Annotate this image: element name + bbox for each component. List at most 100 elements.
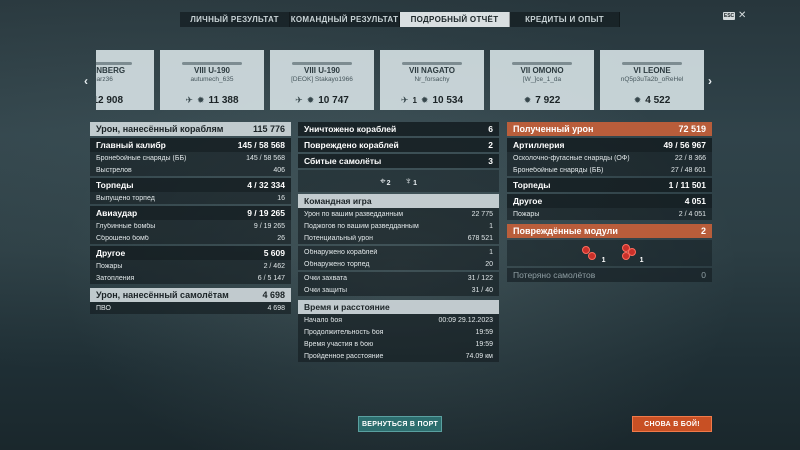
tab-credits-xp[interactable]: КРЕДИТЫ И ОПЫТ	[510, 12, 620, 27]
bombs-dropped-row: Сброшено бомб 26	[90, 232, 291, 244]
received-damage-panel: Полученный урон 72 519 Артиллерия 49 / 56 …	[507, 122, 712, 282]
artillery-row: Артиллерия 49 / 56 967	[507, 138, 712, 152]
tab-team-result[interactable]: КОМАНДНЫЙ РЕЗУЛЬТАТ	[290, 12, 400, 27]
medal-icon: ♆	[404, 175, 413, 187]
ship-silhouette-icon	[402, 62, 462, 65]
tab-detailed-report[interactable]: ПОДРОБНЫЙ ОТЧЁТ	[400, 12, 510, 27]
ship-damage: 4 522	[645, 94, 671, 106]
time-in-battle-row: Время участия в бою 19:59	[298, 338, 499, 350]
battle-start-row: Начало боя 00:09 29.12.2023	[298, 314, 499, 326]
airstrike-row: Авиаудар 9 / 19 265	[90, 206, 291, 220]
received-damage-row: Полученный урон 72 519	[507, 122, 712, 136]
ship-kills: 1	[412, 95, 417, 105]
time-distance-header: Время и расстояние	[298, 300, 499, 314]
damage-to-planes-row: Урон, нанесённый самолётам 4 698	[90, 288, 291, 302]
other-damage-row: Другое 5 609	[90, 246, 291, 260]
spotting-damage-row: Урон по вашим разведданным 22 775	[298, 208, 499, 220]
damaged-modules-row: Повреждённые модули 2	[507, 224, 712, 238]
damage-icon: ✹	[306, 94, 315, 105]
battle-again-button[interactable]: СНОВА В БОЙ!	[632, 416, 712, 432]
ap-shells-received-row: Бронебойные снаряды (ББ) 27 / 48 601	[507, 164, 712, 176]
ship-silhouette-icon	[292, 62, 352, 65]
shots-fired-row: Выстрелов 406	[90, 164, 291, 176]
floods-row: Затопления 6 / 5 147	[90, 272, 291, 284]
ship-player: autumech_635	[190, 76, 234, 83]
fires-row: Пожары 2 / 462	[90, 260, 291, 272]
distance-row: Пройденное расстояние 74.09 км	[298, 350, 499, 362]
ship-card[interactable]: VI LEONE nQ5p3uTa2b_oReHel ✹ 4 522	[600, 50, 704, 110]
team-panel: Уничтожено кораблей 6 Повреждено кораблей…	[298, 122, 499, 362]
ship-damage: 10 747	[318, 94, 349, 106]
result-tabs: ЛИЧНЫЙ РЕЗУЛЬТАТ КОМАНДНЫЙ РЕЗУЛЬТАТ ПОД…	[180, 12, 620, 27]
ship-player: [DEOK] Stakayo1966	[291, 76, 353, 83]
crosshair-count: 2	[386, 179, 391, 187]
tab-personal-result[interactable]: ЛИЧНЫЙ РЕЗУЛЬТАТ	[180, 12, 290, 27]
fires-received-row: Пожары 2 / 4 051	[507, 208, 712, 220]
return-to-port-button[interactable]: ВЕРНУТЬСЯ В ПОРТ	[358, 416, 442, 432]
ship-card[interactable]: VII OMONO [W_]ce_1_da ✹ 7 922	[490, 50, 594, 110]
damage-icon: ✹	[420, 94, 429, 105]
scroll-left-arrow-icon[interactable]: ‹	[84, 74, 88, 88]
scroll-right-arrow-icon[interactable]: ›	[708, 74, 712, 88]
ship-silhouette-icon	[96, 62, 132, 65]
aa-row: ПВО 4 698	[90, 302, 291, 314]
plane-icon: ✈	[295, 94, 303, 105]
ship-card[interactable]: VIII U-190 [DEOK] Stakayo1966 ✈ ✹ 10 747	[270, 50, 374, 110]
plane-icon: ✈	[400, 94, 409, 105]
teamplay-header: Командная игра	[298, 194, 499, 208]
ship-player: Nr_forsachy	[414, 76, 450, 83]
torpedoes-spotted-row: Обнаружено торпед 20	[298, 258, 499, 270]
potential-damage-row: Потенциальный урон 678 521	[298, 232, 499, 244]
ship-damage: 7 922	[535, 94, 561, 106]
medal-count: 1	[413, 179, 417, 187]
plane-icon: ✈	[185, 94, 193, 105]
ship-silhouette-icon	[512, 62, 572, 65]
close-icon[interactable]: ✕	[738, 10, 746, 21]
module-icons: 1 1	[507, 240, 712, 266]
ship-carousel: NÜRNBERG marz36 ✹12 908 VIII U-190 autum…	[96, 50, 708, 110]
ship-damage: 11 388	[208, 94, 239, 106]
damage-icon: ✹	[633, 94, 642, 105]
damage-to-ships-row: Урон, нанесённый кораблям 115 776	[90, 122, 291, 136]
spotting-fires-row: Поджогов по вашим разведданным 1	[298, 220, 499, 232]
ships-spotted-row: Обнаружено кораблей 1	[298, 246, 499, 258]
ship-name: VII NAGATO	[409, 66, 455, 75]
capture-points-row: Очки захвата 31 / 122	[298, 272, 499, 284]
damage-icon: ✹	[196, 94, 205, 105]
damage-icon: ✹	[523, 94, 532, 105]
he-shells-row: Осколочно-фугасные снаряды (ОФ) 22 / 8 36…	[507, 152, 712, 164]
torpedoes-received-row: Торпеды 1 / 11 501	[507, 178, 712, 192]
main-battery-row: Главный калибр 145 / 58 568	[90, 138, 291, 152]
ship-card[interactable]: VIII U-190 autumech_635 ✈ ✹ 11 388	[160, 50, 264, 110]
ship-player: [W_]ce_1_da	[522, 76, 562, 83]
ship-silhouette-icon	[622, 62, 682, 65]
ship-card[interactable]: VII NAGATO Nr_forsachy ✈ 1 ✹ 10 534	[380, 50, 484, 110]
dealt-damage-panel: Урон, нанесённый кораблям 115 776 Главный…	[90, 122, 291, 314]
torpedoes-row: Торпеды 4 / 32 334	[90, 178, 291, 192]
turret-module-icon: 1	[620, 244, 644, 264]
other-received-row: Другое 4 051	[507, 194, 712, 208]
ship-name: VIII U-190	[303, 66, 340, 75]
torpedoes-launched-row: Выпущено торпед 16	[90, 192, 291, 204]
achievement-icons: ⌖ 2 ♆ 1	[298, 170, 499, 192]
ships-destroyed-row: Уничтожено кораблей 6	[298, 122, 499, 136]
ship-damage: 10 534	[432, 94, 464, 106]
planes-lost-row: Потеряно самолётов 0	[507, 268, 712, 282]
ship-card[interactable]: NÜRNBERG marz36 ✹12 908	[96, 50, 154, 110]
ship-player: marz36	[96, 76, 113, 83]
defense-points-row: Очки защиты 31 / 40	[298, 284, 499, 296]
ship-name: VI LEONE	[633, 66, 671, 75]
planes-shot-down-row: Сбитые самолёты 3	[298, 154, 499, 168]
ship-silhouette-icon	[182, 62, 242, 65]
crosshair-icon: ⌖	[380, 175, 386, 187]
battle-length-row: Продолжительность боя 19:59	[298, 326, 499, 338]
ap-shells-row: Бронебойные снаряды (ББ) 145 / 58 568	[90, 152, 291, 164]
esc-key-icon[interactable]: ESC	[723, 12, 735, 20]
ship-damage: 12 908	[96, 94, 124, 106]
ship-name: VII OMONO	[520, 66, 564, 75]
ships-damaged-row: Повреждено кораблей 2	[298, 138, 499, 152]
ship-player: nQ5p3uTa2b_oReHel	[620, 76, 684, 83]
ship-name: VIII U-190	[193, 66, 230, 75]
depth-charges-row: Глубинные бомбы 9 / 19 265	[90, 220, 291, 232]
engine-module-icon: 1	[581, 244, 606, 264]
